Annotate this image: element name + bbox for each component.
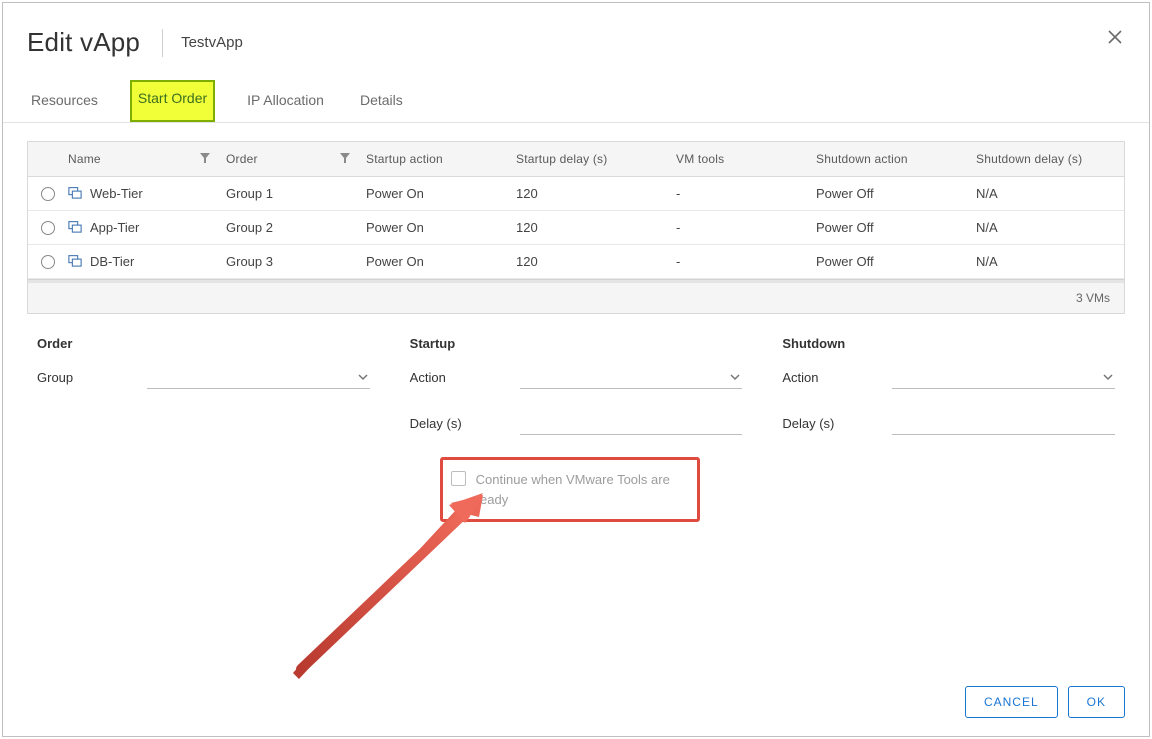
group-select[interactable] [147, 365, 370, 389]
chevron-down-icon [730, 370, 740, 385]
shutdown-delay-input[interactable] [892, 411, 1115, 435]
cell-order: Group 3 [218, 246, 358, 277]
vm-start-order-table: Name Order Startup action Startup delay … [27, 141, 1125, 314]
cell-shutdown-action: Power Off [808, 246, 968, 277]
cell-vm-tools: - [668, 246, 808, 277]
col-name-label: Name [68, 152, 101, 166]
vm-name: DB-Tier [90, 254, 134, 269]
cell-startup-delay: 120 [508, 178, 668, 209]
col-name[interactable]: Name [68, 142, 218, 176]
cell-shutdown-delay: N/A [968, 178, 1124, 209]
tab-start-order[interactable]: Start Order [130, 80, 215, 122]
group-label: Group [37, 370, 147, 385]
startup-section: Startup Action Delay (s) Continue when V… [410, 336, 743, 522]
filter-icon[interactable] [200, 152, 210, 166]
table-footer-count: 3 VMs [28, 283, 1124, 313]
col-shutdown-action[interactable]: Shutdown action [808, 142, 968, 176]
col-order-label: Order [226, 152, 258, 166]
dialog-title: Edit vApp [27, 27, 140, 58]
cell-order: Group 2 [218, 212, 358, 243]
cell-startup-action: Power On [358, 246, 508, 277]
table-header: Name Order Startup action Startup delay … [28, 142, 1124, 177]
shutdown-heading: Shutdown [782, 336, 1115, 351]
row-select-radio[interactable] [41, 221, 55, 235]
header-divider [162, 29, 163, 57]
ok-button[interactable]: OK [1068, 686, 1125, 718]
chevron-down-icon [358, 370, 368, 385]
vmtools-callout: Continue when VMware Tools are ready [440, 457, 700, 522]
order-heading: Order [37, 336, 370, 351]
vm-icon [68, 185, 82, 202]
cell-shutdown-action: Power Off [808, 178, 968, 209]
cancel-button[interactable]: CANCEL [965, 686, 1058, 718]
tab-ip-allocation[interactable]: IP Allocation [243, 80, 328, 122]
row-select-radio[interactable] [41, 255, 55, 269]
vapp-name: TestvApp [181, 34, 243, 51]
tab-bar: Resources Start Order IP Allocation Deta… [3, 80, 1149, 123]
cell-shutdown-delay: N/A [968, 212, 1124, 243]
cell-startup-action: Power On [358, 178, 508, 209]
shutdown-delay-label: Delay (s) [782, 416, 892, 431]
close-button[interactable] [1103, 27, 1127, 51]
cell-order: Group 1 [218, 178, 358, 209]
col-vm-tools[interactable]: VM tools [668, 142, 808, 176]
startup-delay-input[interactable] [520, 411, 743, 435]
startup-delay-label: Delay (s) [410, 416, 520, 431]
vm-name: Web-Tier [90, 186, 143, 201]
cell-vm-tools: - [668, 212, 808, 243]
chevron-down-icon [1103, 370, 1113, 385]
cell-shutdown-delay: N/A [968, 246, 1124, 277]
vm-icon [68, 219, 82, 236]
shutdown-section: Shutdown Action Delay (s) [782, 336, 1115, 522]
edit-vapp-dialog: Edit vApp TestvApp Resources Start Order… [2, 2, 1150, 737]
shutdown-action-select[interactable] [892, 365, 1115, 389]
startup-action-select[interactable] [520, 365, 743, 389]
startup-action-label: Action [410, 370, 520, 385]
dialog-header: Edit vApp TestvApp [3, 3, 1149, 66]
close-icon [1107, 29, 1123, 50]
order-section: Order Group [37, 336, 370, 522]
shutdown-action-label: Action [782, 370, 892, 385]
cell-startup-action: Power On [358, 212, 508, 243]
table-row[interactable]: Web-Tier Group 1 Power On 120 - Power Of… [28, 177, 1124, 211]
col-order[interactable]: Order [218, 142, 358, 176]
cell-vm-tools: - [668, 178, 808, 209]
dialog-footer: CANCEL OK [965, 686, 1125, 718]
vmtools-ready-label: Continue when VMware Tools are ready [476, 470, 687, 509]
col-startup-delay[interactable]: Startup delay (s) [508, 142, 668, 176]
table-row[interactable]: DB-Tier Group 3 Power On 120 - Power Off… [28, 245, 1124, 279]
detail-form: Order Group Startup Action Delay (s) [3, 314, 1149, 522]
col-shutdown-delay[interactable]: Shutdown delay (s) [968, 142, 1124, 176]
filter-icon[interactable] [340, 152, 350, 166]
startup-heading: Startup [410, 336, 743, 351]
cell-startup-delay: 120 [508, 246, 668, 277]
col-startup-action[interactable]: Startup action [358, 142, 508, 176]
vmtools-ready-checkbox[interactable] [451, 471, 466, 486]
table-row[interactable]: App-Tier Group 2 Power On 120 - Power Of… [28, 211, 1124, 245]
cell-shutdown-action: Power Off [808, 212, 968, 243]
cell-startup-delay: 120 [508, 212, 668, 243]
vm-icon [68, 253, 82, 270]
tab-resources[interactable]: Resources [27, 80, 102, 122]
tab-details[interactable]: Details [356, 80, 407, 122]
row-select-radio[interactable] [41, 187, 55, 201]
vm-name: App-Tier [90, 220, 139, 235]
